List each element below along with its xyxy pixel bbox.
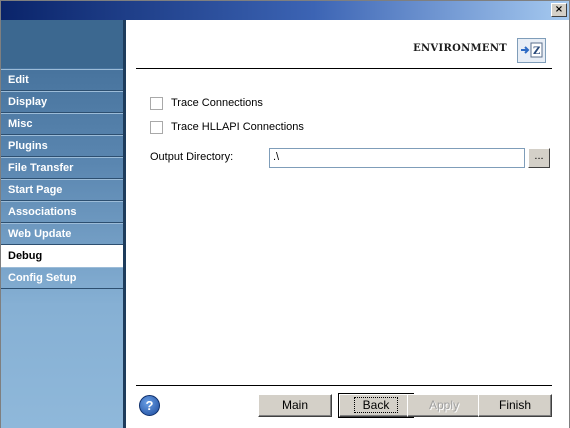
content-panel: ENVIRONMENT Z Trace Connections Trace HL… xyxy=(126,20,569,428)
section-title: ENVIRONMENT xyxy=(413,43,507,54)
sidebar-item-debug[interactable]: Debug xyxy=(1,245,123,267)
trace-connections-checkbox[interactable] xyxy=(150,97,163,110)
sidebar-item-start-page[interactable]: Start Page xyxy=(1,179,123,201)
trace-hllapi-checkbox[interactable] xyxy=(150,121,163,134)
close-button[interactable]: × xyxy=(551,3,567,17)
sidebar-header xyxy=(1,20,123,68)
sidebar-item-edit[interactable]: Edit xyxy=(1,69,123,91)
output-directory-label: Output Directory: xyxy=(150,151,234,163)
sidebar-item-display[interactable]: Display xyxy=(1,91,123,113)
sidebar: Edit Display Misc Plugins File Transfer … xyxy=(1,20,123,428)
section-header: ENVIRONMENT Z xyxy=(136,36,552,69)
apply-button[interactable]: Apply xyxy=(407,394,481,417)
sidebar-nav: Edit Display Misc Plugins File Transfer … xyxy=(1,69,123,289)
footer-divider xyxy=(136,385,552,386)
trace-connections-label: Trace Connections xyxy=(171,97,263,109)
browse-button[interactable]: ... xyxy=(528,148,550,168)
sidebar-item-misc[interactable]: Misc xyxy=(1,113,123,135)
config-window: × Edit Display Misc Plugins File Transfe… xyxy=(0,0,570,428)
environment-icon: Z xyxy=(517,38,546,63)
sidebar-item-file-transfer[interactable]: File Transfer xyxy=(1,157,123,179)
sidebar-item-config-setup[interactable]: Config Setup xyxy=(1,267,123,289)
back-button[interactable]: Back xyxy=(338,393,414,418)
sidebar-item-web-update[interactable]: Web Update xyxy=(1,223,123,245)
main-button[interactable]: Main xyxy=(258,394,332,417)
output-directory-input[interactable]: .\ xyxy=(269,148,525,168)
sidebar-item-associations[interactable]: Associations xyxy=(1,201,123,223)
title-bar[interactable]: × xyxy=(1,1,569,20)
finish-button[interactable]: Finish xyxy=(478,394,552,417)
sidebar-item-plugins[interactable]: Plugins xyxy=(1,135,123,157)
trace-hllapi-label: Trace HLLAPI Connections xyxy=(171,121,304,133)
back-button-label: Back xyxy=(353,397,399,413)
svg-text:Z: Z xyxy=(533,46,540,57)
help-icon[interactable]: ? xyxy=(139,395,160,416)
